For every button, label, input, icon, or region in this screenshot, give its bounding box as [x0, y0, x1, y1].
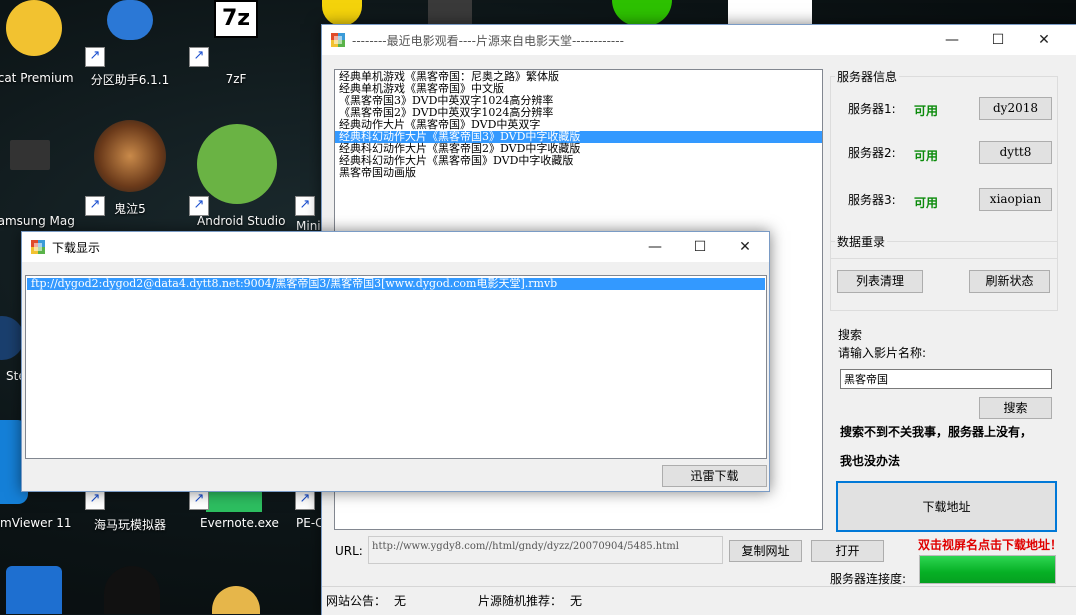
refresh-status-button[interactable]: 刷新状态: [969, 270, 1050, 293]
shortcut-arrow-icon: ↗: [295, 490, 315, 510]
desktop-icon[interactable]: Android Studio: [197, 124, 286, 228]
server-1-status: 可用: [914, 104, 939, 118]
maximize-button[interactable]: ☐: [677, 232, 723, 262]
close-button[interactable]: ✕: [722, 232, 768, 262]
connection-progress-fill: [920, 556, 1055, 583]
app-icon: [428, 0, 472, 26]
server-2-button[interactable]: dytt8: [979, 141, 1052, 164]
server-2-status: 可用: [914, 149, 939, 163]
server-1-label: 服务器1:: [848, 102, 896, 116]
minimize-button[interactable]: —: [929, 25, 975, 55]
server-1-button[interactable]: dy2018: [979, 97, 1052, 120]
recommend-value: 无: [570, 594, 583, 608]
wechat-icon: [612, 0, 672, 26]
samsung-magician-icon: [10, 140, 50, 170]
minimize-button[interactable]: —: [632, 232, 678, 262]
search-input[interactable]: [840, 369, 1052, 389]
qq-icon: [104, 566, 160, 614]
app-icon: [6, 0, 62, 56]
desktop-icon-label: Android Studio: [197, 214, 286, 228]
server-3-label: 服务器3:: [848, 193, 896, 207]
app-icon: [31, 240, 45, 254]
desktop-icon[interactable]: 分区助手6.1.1: [90, 0, 170, 88]
desktop-icon-label: PE-C: [296, 516, 324, 530]
download-link-list[interactable]: ftp://dygod2:dygod2@data4.dytt8.net:9004…: [25, 275, 767, 459]
shortcut-arrow-icon: ↗: [295, 196, 315, 216]
download-window: 下载显示 — ☐ ✕ ftp://dygod2:dygod2@data4.dyt…: [21, 231, 770, 492]
server-2-label: 服务器2:: [848, 146, 896, 160]
connection-progress-bar: [919, 555, 1056, 584]
devil-may-cry-icon: [94, 120, 166, 192]
shortcut-arrow-icon: ↗: [85, 490, 105, 510]
search-prompt: 请输入影片名称:: [838, 346, 927, 360]
partition-assistant-icon: [107, 0, 153, 40]
close-button[interactable]: ✕: [1021, 25, 1067, 55]
app-icon: [212, 586, 260, 614]
app-icon: [322, 0, 362, 26]
url-field[interactable]: [368, 536, 723, 564]
window-title: 下载显示: [52, 241, 101, 255]
main-window-titlebar[interactable]: --------最近电影观看----片源来自电影天堂------------ —…: [322, 25, 1076, 55]
desktop-icon-label: mViewer 11: [0, 516, 72, 530]
server-3-button[interactable]: xiaopian: [979, 188, 1052, 211]
server-info-group-title: 服务器信息: [835, 68, 900, 85]
desktop-icon-label: icat Premium: [0, 71, 74, 85]
android-studio-icon: [197, 124, 277, 204]
desktop-icon-label: 海马玩模拟器: [93, 518, 166, 532]
window-title: --------最近电影观看----片源来自电影天堂------------: [352, 34, 624, 48]
thunder-download-button[interactable]: 迅雷下载: [662, 465, 767, 487]
desktop-icon[interactable]: 海马玩模拟器: [90, 516, 170, 533]
clear-list-button[interactable]: 列表清理: [837, 270, 923, 293]
hint-text: 双击视屏名点击下载地址！: [918, 538, 1063, 552]
url-label: URL:: [335, 544, 363, 558]
shortcut-arrow-icon: ↗: [189, 490, 209, 510]
search-title: 搜索: [838, 328, 863, 342]
announcement-value: 无: [394, 594, 407, 608]
shortcut-arrow-icon: ↗: [189, 196, 209, 216]
desktop-icon[interactable]: 7z 7zF: [196, 0, 276, 86]
recommend-label: 片源随机推荐：: [478, 594, 563, 608]
status-divider: [322, 586, 1076, 587]
desktop-icon[interactable]: icat Premium: [0, 0, 74, 85]
search-button[interactable]: 搜索: [979, 397, 1052, 419]
download-window-client: ftp://dygod2:dygod2@data4.dytt8.net:9004…: [22, 262, 769, 491]
connection-label: 服务器连接度:: [830, 572, 907, 586]
lock-icon: [6, 566, 62, 614]
app-icon: [728, 0, 812, 26]
download-link-item[interactable]: ftp://dygod2:dygod2@data4.dytt8.net:9004…: [27, 278, 765, 290]
shortcut-arrow-icon: ↗: [85, 196, 105, 216]
search-note-line-1: 搜索不到不关我事，服务器上没有，: [840, 425, 1033, 439]
app-icon: [331, 33, 345, 47]
7zip-icon: 7z: [214, 0, 258, 38]
copy-url-button[interactable]: 复制网址: [729, 540, 802, 562]
maximize-button[interactable]: ☐: [975, 25, 1021, 55]
search-note-line-2: 我也没办法: [840, 454, 901, 468]
download-window-titlebar[interactable]: 下载显示 — ☐ ✕: [22, 232, 769, 262]
announcement-label: 网站公告：: [326, 594, 387, 608]
shortcut-arrow-icon: ↗: [189, 47, 209, 67]
evernote-icon: [206, 490, 262, 512]
desktop-icon[interactable]: Samsung Mag: [0, 140, 75, 228]
data-reload-group-title: 数据重录: [835, 233, 888, 250]
server-3-status: 可用: [914, 196, 939, 210]
movie-list-item[interactable]: 黑客帝国动画版: [335, 167, 822, 179]
download-address-button[interactable]: 下载地址: [836, 481, 1057, 532]
desktop-icon-label: 7zF: [225, 72, 247, 86]
shortcut-arrow-icon: ↗: [85, 47, 105, 67]
desktop-icon-label: Evernote.exe: [200, 516, 279, 530]
desktop-icon-label: 分区助手6.1.1: [90, 73, 170, 87]
desktop-icon-label: Samsung Mag: [0, 214, 75, 228]
open-button[interactable]: 打开: [811, 540, 884, 562]
